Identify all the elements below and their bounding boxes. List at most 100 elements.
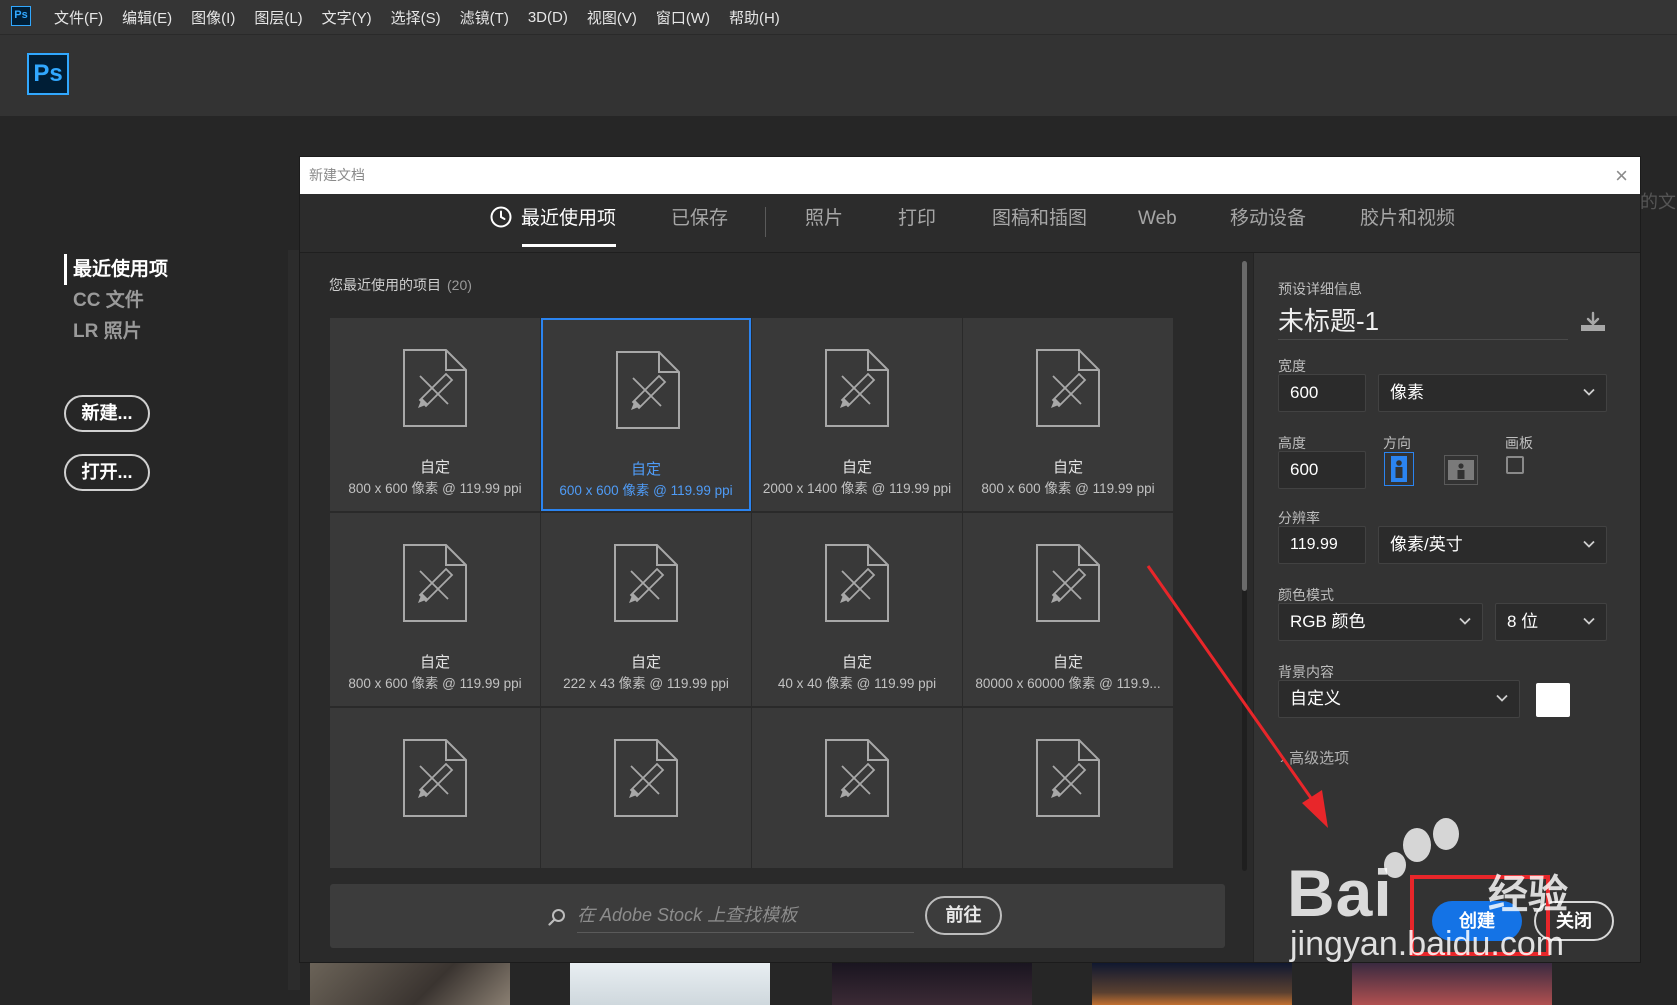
preset-name: 自定 [841,459,872,476]
recent-preset-card[interactable]: 自定 80000 x 60000 像素 @ 119.9... [963,513,1173,706]
recent-file-thumbnail[interactable] [310,963,510,1005]
menu-type[interactable]: 文字(Y) [322,7,372,28]
portrait-orientation-button[interactable] [1384,452,1414,486]
width-unit-select[interactable]: 像素 [1378,374,1607,412]
home-new-button[interactable]: 新建... [64,395,150,432]
document-template-icon [1036,739,1100,817]
resolution-input[interactable]: 119.99 [1278,526,1366,564]
background-select[interactable]: 自定义 [1278,680,1520,718]
background-color-swatch[interactable] [1536,683,1570,717]
bit-depth-value: 8 位 [1507,612,1539,631]
home-nav-recent[interactable]: 最近使用项 [64,254,168,285]
home-nav-cc-files[interactable]: CC 文件 [64,285,168,316]
grid-scrollbar-thumb[interactable] [1242,261,1247,591]
recent-preset-card[interactable]: 自定 800 x 600 像素 @ 119.99 ppi [963,318,1173,511]
document-template-icon [403,739,467,817]
tab-separator [765,207,766,237]
recent-preset-card[interactable]: 自定 800 x 600 像素 @ 119.99 ppi [330,513,540,706]
menu-image[interactable]: 图像(I) [191,7,235,28]
recent-preset-card[interactable]: 自定 40 x 40 像素 @ 119.99 ppi [752,513,962,706]
tab-recent[interactable]: 最近使用项 [490,194,617,252]
menu-select[interactable]: 选择(S) [391,7,441,28]
preset-name: 自定 [630,654,661,671]
recent-file-thumbnail[interactable] [832,963,1032,1005]
artboard-checkbox[interactable] [1506,456,1524,474]
recent-preset-card[interactable]: 自定 222 x 43 像素 @ 119.99 ppi [541,513,751,706]
document-name-input[interactable]: 未标题-1 [1278,303,1568,340]
chevron-right-icon: › [1280,750,1285,767]
home-header: Ps [0,35,1677,116]
resolution-unit-select[interactable]: 像素/英寸 [1378,526,1607,564]
tab-print[interactable]: 打印 [898,194,936,252]
watermark-url: jingyan.baidu.com [1290,925,1565,963]
preset-dimensions: 800 x 600 像素 @ 119.99 ppi [348,481,522,496]
preset-name: 自定 [419,654,450,671]
chevron-down-icon [1459,617,1471,625]
tab-saved[interactable]: 已保存 [671,194,728,252]
tab-web[interactable]: Web [1138,194,1177,252]
menu-file[interactable]: 文件(F) [54,7,103,28]
app-logo-icon[interactable]: Ps [11,6,31,26]
color-mode-label: 颜色模式 [1278,587,1334,603]
menu-edit[interactable]: 编辑(E) [122,7,172,28]
preset-name: 自定 [630,461,661,478]
chevron-down-icon [1496,694,1508,702]
stock-go-button[interactable]: 前往 [925,896,1002,935]
menu-filter[interactable]: 滤镜(T) [460,7,509,28]
recent-preset-card[interactable]: 自定 2000 x 1400 像素 @ 119.99 ppi [752,318,962,511]
home-partial-text: 的文 [1640,192,1676,212]
document-template-icon [1036,544,1100,622]
watermark-logo: Bai [1287,856,1393,930]
menu-help[interactable]: 帮助(H) [729,7,780,28]
background-value: 自定义 [1290,689,1341,708]
preset-dimensions: 800 x 600 像素 @ 119.99 ppi [348,676,522,691]
width-input[interactable]: 600 [1278,374,1366,412]
recent-file-thumbnail[interactable] [570,963,770,1005]
background-label: 背景内容 [1278,664,1334,680]
dialog-close-icon[interactable]: × [1615,157,1628,194]
preset-name: 自定 [1052,459,1083,476]
recent-preset-card[interactable]: 自定 600 x 600 像素 @ 119.99 ppi [541,318,751,511]
menu-layer[interactable]: 图层(L) [254,7,302,28]
recent-items-count: (20) [447,277,472,293]
save-preset-icon[interactable] [1579,311,1607,333]
width-label: 宽度 [1278,358,1306,374]
preset-dimensions: 80000 x 60000 像素 @ 119.9... [975,676,1161,691]
recent-file-thumbnail[interactable] [1092,963,1292,1005]
document-template-icon [614,739,678,817]
landscape-orientation-button[interactable] [1444,455,1478,485]
recent-preset-card[interactable] [330,708,540,868]
color-mode-select[interactable]: RGB 颜色 [1278,603,1483,641]
advanced-options-toggle[interactable]: › 高级选项 [1280,747,1349,768]
stock-search-bar: 在 Adobe Stock 上查找模板 前往 [330,884,1225,948]
menu-bar: Ps 文件(F) 编辑(E) 图像(I) 图层(L) 文字(Y) 选择(S) 滤… [0,0,1677,35]
chevron-down-icon [1583,540,1595,548]
home-nav-lr-photos[interactable]: LR 照片 [64,316,168,347]
tab-mobile[interactable]: 移动设备 [1230,194,1306,252]
menu-view[interactable]: 视图(V) [587,7,637,28]
menu-3d[interactable]: 3D(D) [528,9,568,26]
chevron-down-icon [1583,388,1595,396]
preset-dimensions: 600 x 600 像素 @ 119.99 ppi [559,483,733,498]
preset-tabs: 最近使用项 已保存 照片 打印 图稿和插图 Web 移动设备 胶片和视频 [300,194,1640,253]
resolution-label: 分辨率 [1278,510,1320,526]
recent-preset-card[interactable] [541,708,751,868]
height-input[interactable]: 600 [1278,451,1366,489]
preset-name: 自定 [841,654,872,671]
home-open-button[interactable]: 打开... [64,454,150,491]
recent-file-thumbnail[interactable] [1352,963,1552,1005]
tab-film-video[interactable]: 胶片和视频 [1360,194,1455,252]
recent-preset-card[interactable] [963,708,1173,868]
tab-art-illustration[interactable]: 图稿和插图 [992,194,1087,252]
menu-window[interactable]: 窗口(W) [656,7,710,28]
ps-logo-icon: Ps [27,53,69,95]
bit-depth-select[interactable]: 8 位 [1495,603,1607,641]
main-menu: 文件(F) 编辑(E) 图像(I) 图层(L) 文字(Y) 选择(S) 滤镜(T… [54,0,799,34]
clock-icon [490,206,512,228]
home-content-edge [288,250,300,990]
stock-search-input[interactable]: 在 Adobe Stock 上查找模板 [577,898,914,933]
dialog-title: 新建文档 [309,167,365,183]
tab-photo[interactable]: 照片 [805,194,843,252]
recent-preset-card[interactable] [752,708,962,868]
recent-preset-card[interactable]: 自定 800 x 600 像素 @ 119.99 ppi [330,318,540,511]
